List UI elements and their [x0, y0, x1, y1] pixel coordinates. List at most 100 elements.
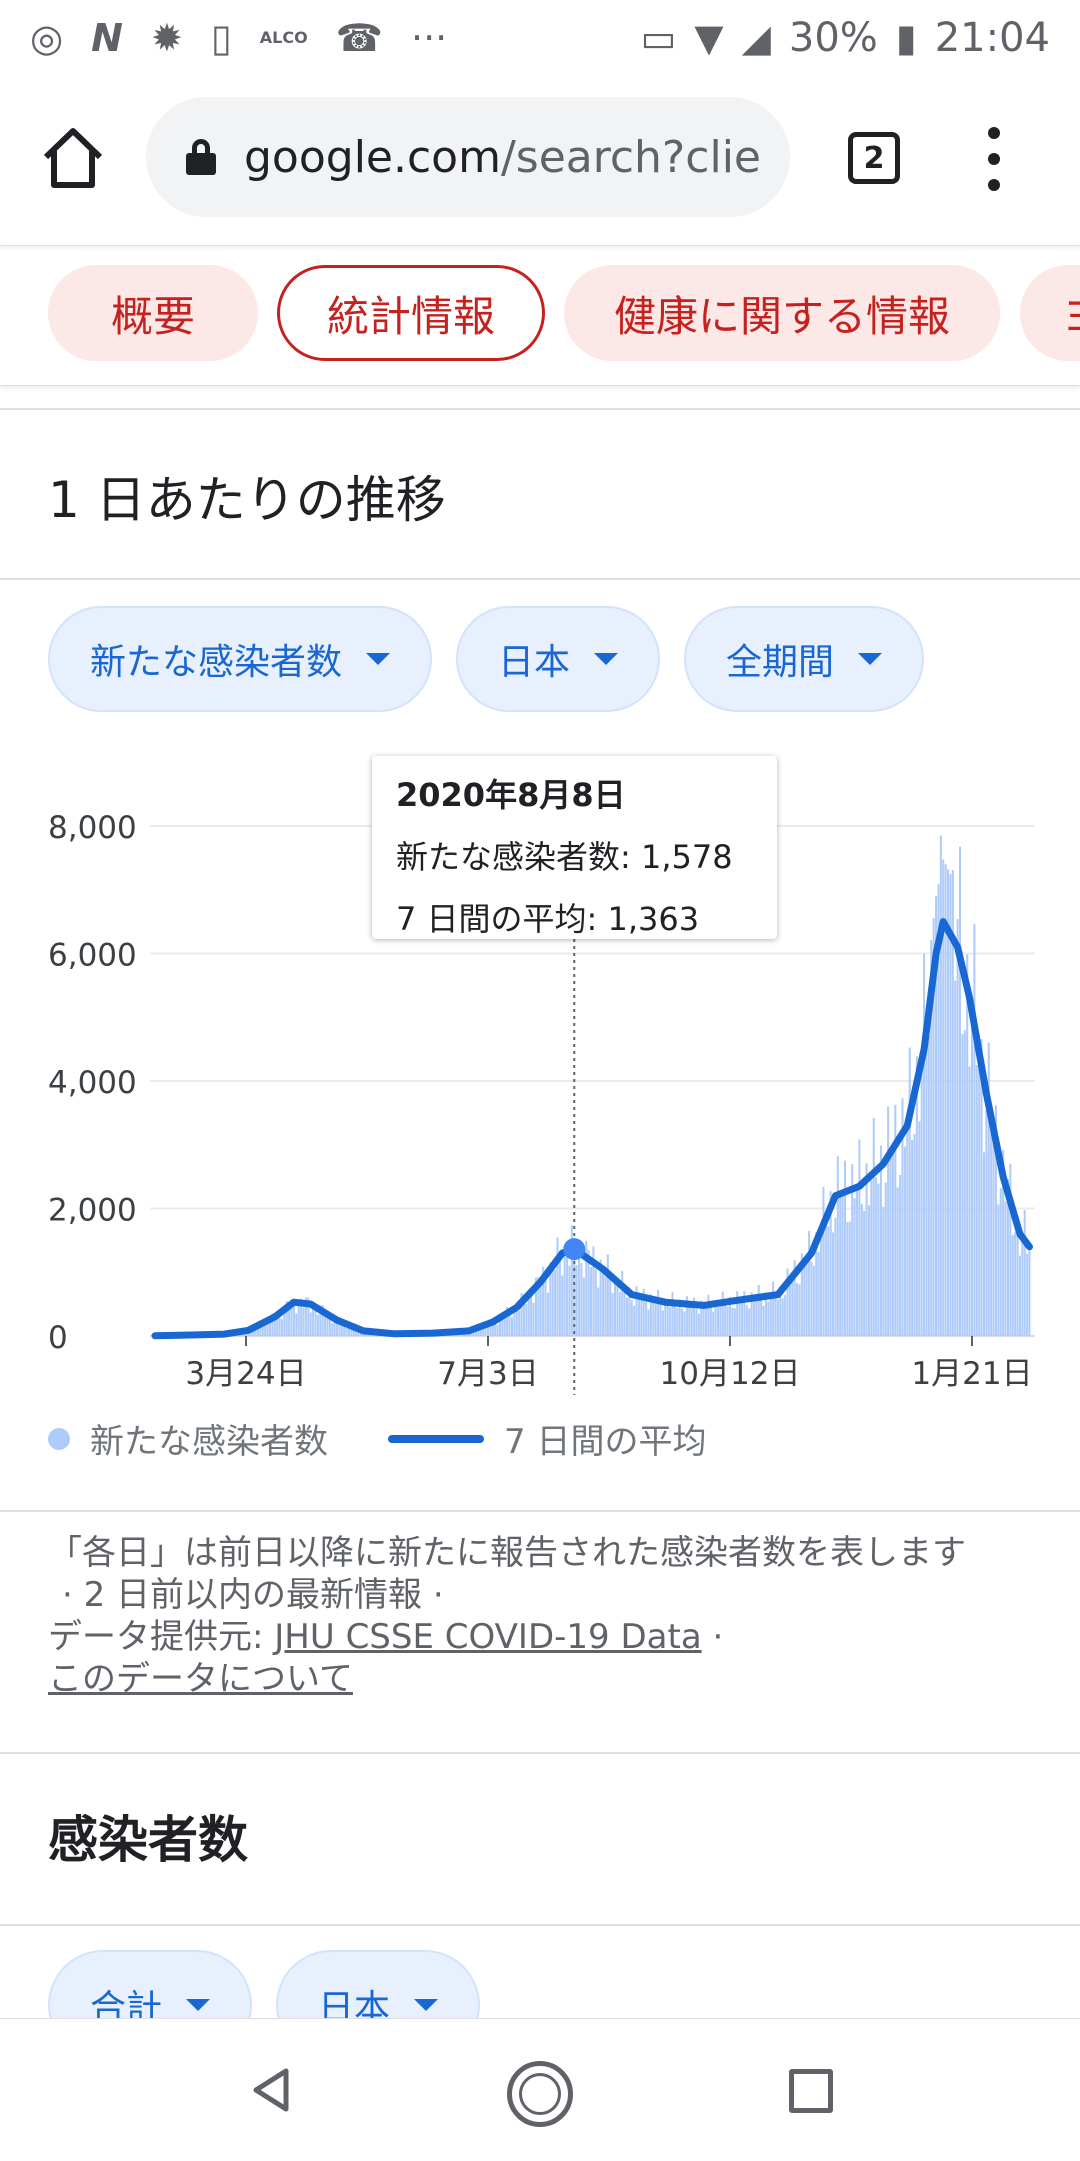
- caret-down-icon: [366, 653, 390, 665]
- chart-bar: [796, 1283, 799, 1336]
- brightness-icon: ✹: [150, 15, 183, 60]
- cases-section-title: 感染者数: [48, 1811, 248, 1869]
- chart-bar: [822, 1186, 825, 1336]
- chart-bar: [781, 1298, 784, 1336]
- chip-statistics[interactable]: 統計情報: [277, 265, 545, 361]
- chart-bar: [717, 1307, 720, 1336]
- chart-bar: [992, 1118, 995, 1336]
- chart-bar: [645, 1301, 648, 1336]
- notes-source: データ提供元: JHU CSSE COVID-19 Data ·: [48, 1616, 1038, 1658]
- chart-bar: [604, 1276, 607, 1336]
- home-nav-icon[interactable]: [507, 2061, 573, 2127]
- chart-bar: [676, 1308, 679, 1336]
- chart-bar: [762, 1305, 765, 1336]
- chart-bar: [616, 1286, 619, 1336]
- chart-bar: [963, 1030, 966, 1336]
- chart-bar: [601, 1267, 605, 1336]
- status-left-icons: ◎ N ✹ ▯ ALCO ☎ ···: [30, 16, 447, 60]
- chart-bar: [324, 1316, 327, 1336]
- chart-bar: [999, 1188, 1002, 1336]
- chart-bar: [834, 1217, 837, 1336]
- chart-bar: [1021, 1231, 1024, 1336]
- chart-bar: [968, 1066, 971, 1336]
- recents-icon[interactable]: [789, 2069, 833, 2113]
- home-icon[interactable]: [40, 125, 106, 191]
- chart-bar: [606, 1254, 609, 1336]
- chart-bar: [496, 1324, 499, 1336]
- legend-avg-label: 7 日間の平均: [504, 1422, 707, 1462]
- chart-bar: [906, 1115, 909, 1336]
- chart-bar: [630, 1300, 633, 1336]
- chart-bar: [666, 1305, 669, 1336]
- n-icon: N: [91, 15, 123, 60]
- about-data-link[interactable]: このデータについて: [48, 1659, 353, 1699]
- address-bar[interactable]: google.com/search?clie: [146, 97, 790, 217]
- chart-bar: [784, 1294, 787, 1336]
- nfc-icon: ▭: [640, 15, 677, 60]
- chart-bar: [1023, 1210, 1026, 1336]
- more-icon: ···: [411, 15, 448, 60]
- chip-next[interactable]: ヨ: [1020, 265, 1080, 361]
- chart-bar: [865, 1163, 868, 1336]
- source-label: データ提供元:: [48, 1617, 264, 1657]
- chart-bar: [748, 1308, 751, 1336]
- chart-bar: [798, 1284, 801, 1336]
- chart-bar: [975, 1065, 978, 1336]
- chart-bar: [846, 1222, 849, 1336]
- chart-bar: [309, 1312, 312, 1336]
- battery-percent: 30%: [788, 14, 878, 61]
- chart-bar: [726, 1306, 729, 1336]
- chart-bar: [702, 1305, 705, 1336]
- tooltip-date: 2020年8月8日: [396, 776, 626, 814]
- chart-bar: [503, 1316, 506, 1336]
- chart-bar: [745, 1304, 748, 1336]
- topic-chips: 概要 統計情報 健康に関する情報 ヨ: [0, 245, 1080, 386]
- chart-bar: [647, 1309, 650, 1336]
- chart-x-axis: 3月24日 7月3日 10月12日 1月21日: [185, 1336, 1033, 1392]
- region-dropdown[interactable]: 日本: [456, 606, 660, 712]
- chart-bar: [316, 1314, 319, 1336]
- battery-saver-icon: ▯: [210, 15, 232, 60]
- chart-bar: [721, 1291, 724, 1336]
- period-dropdown[interactable]: 全期間: [684, 606, 924, 712]
- chart-bar: [566, 1256, 569, 1336]
- chart-bar: [561, 1275, 564, 1336]
- chart-bar: [899, 1174, 902, 1336]
- status-bar: ◎ N ✹ ▯ ALCO ☎ ··· ▭ ▼ ◢ 30% ▮ 21:04: [0, 0, 1080, 75]
- chart-bar: [982, 1152, 985, 1336]
- chart-bar: [618, 1292, 621, 1336]
- source-link[interactable]: JHU CSSE COVID-19 Data: [274, 1617, 701, 1657]
- clock: 21:04: [934, 14, 1050, 61]
- chart-bar: [740, 1301, 743, 1336]
- chart-bar: [757, 1285, 760, 1336]
- chart-bar: [482, 1328, 485, 1336]
- y-tick-label: 2,000: [48, 1193, 137, 1229]
- chart-bar: [776, 1299, 779, 1336]
- chart-bar: [554, 1269, 557, 1336]
- chip-overview[interactable]: 概要: [48, 265, 258, 361]
- source-sep: ·: [712, 1617, 724, 1657]
- chart-bar: [997, 1204, 1000, 1336]
- chart-bar: [889, 1155, 892, 1336]
- chart-bar: [755, 1298, 758, 1336]
- tab-switcher-button[interactable]: 2: [848, 132, 900, 184]
- chart-bar: [280, 1319, 283, 1336]
- chart-bar: [959, 846, 962, 1336]
- data-notes: 「各日」は前日以降に新たに報告された感染者数を表します · 2 日前以内の最新情…: [48, 1532, 1038, 1700]
- chart-bar: [724, 1300, 727, 1336]
- chart-bar: [681, 1308, 684, 1336]
- chrome-icon: ◎: [30, 15, 64, 60]
- y-tick-label: 0: [48, 1320, 68, 1356]
- chart-bar: [683, 1311, 686, 1336]
- chart-bar: [625, 1297, 628, 1336]
- chart-bar: [923, 953, 926, 1336]
- url-text[interactable]: google.com/search?clie: [244, 132, 761, 183]
- more-menu-icon[interactable]: [986, 127, 1002, 191]
- metric-dropdown[interactable]: 新たな感染者数: [48, 606, 432, 712]
- chart-bar: [949, 874, 952, 1336]
- period-dropdown-label: 全期間: [725, 642, 834, 683]
- chart-bar: [956, 919, 959, 1336]
- back-icon[interactable]: [246, 2065, 296, 2115]
- tooltip-new-cases: 新たな感染者数: 1,578: [396, 838, 733, 876]
- chip-health-info[interactable]: 健康に関する情報: [564, 265, 1000, 361]
